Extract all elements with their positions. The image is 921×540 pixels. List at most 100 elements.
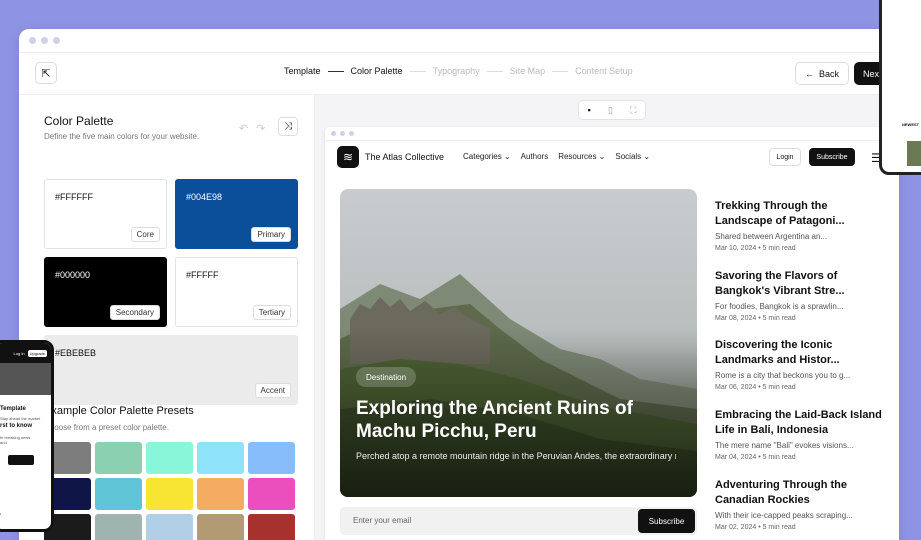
site-preview: ≋ The Atlas Collective Categories ⌄ Autho… [325, 127, 899, 540]
preset-color[interactable] [95, 442, 142, 474]
swatch-hex[interactable]: #FFFFF [186, 270, 219, 280]
article-title[interactable]: Embracing the Laid-Back Island Life in B… [715, 408, 885, 438]
site-brand: The Atlas Collective [365, 152, 445, 162]
wizard-step[interactable]: Template [284, 66, 321, 76]
email-signup: Enter your email Subscribe [340, 507, 697, 535]
article-excerpt: The mere name "Bali" evokes visions... [715, 441, 854, 450]
phone-title: Template [0, 406, 26, 412]
article-item[interactable]: Trekking Through the Landscape of Patago… [715, 199, 885, 252]
tablet-label: NEWEST [902, 122, 920, 127]
wizard-topbar: ⇱ Template Color Palette Typography Site Ma… [19, 53, 899, 95]
article-excerpt: Rome is a city that beckons you to g... [715, 371, 851, 380]
article-title[interactable]: Trekking Through the Landscape of Patago… [715, 199, 885, 229]
shuffle-button[interactable]: ⤨ [278, 117, 298, 136]
editor-window: ⇱ Template Color Palette Typography Site Ma… [19, 29, 899, 540]
site-navbar: ≋ The Atlas Collective Categories ⌄ Autho… [325, 141, 899, 175]
swatch-hex[interactable]: #EBEBEB [55, 348, 96, 358]
desktop-icon[interactable]: ▪ [588, 105, 591, 115]
redo-icon[interactable]: ↷ [256, 122, 265, 135]
presets-description: Choose from a preset color palette. [44, 423, 169, 432]
site-menu: Categories ⌄ Authors Resources ⌄ Socials ⌄ [463, 152, 650, 161]
preview-dot [349, 131, 354, 136]
preset-color[interactable] [248, 514, 295, 540]
article-item[interactable]: Embracing the Laid-Back Island Life in B… [715, 408, 885, 461]
window-titlebar [19, 29, 899, 53]
palette-panel: Color Palette Define the five main color… [19, 95, 315, 540]
window-dot [41, 37, 48, 44]
phone-button [8, 455, 34, 465]
article-item[interactable]: Adventuring Through the Canadian Rockies… [715, 478, 885, 531]
color-swatch[interactable]: #004E98 Primary [175, 179, 298, 249]
color-swatch[interactable]: #EBEBEB Accent [44, 335, 298, 405]
preset-color[interactable] [197, 442, 244, 474]
swatch-role-badge: Primary [251, 227, 291, 242]
window-dot [53, 37, 60, 44]
site-menu-item[interactable]: Resources ⌄ [558, 152, 605, 161]
wizard-step[interactable]: Typography [433, 66, 480, 76]
swatch-hex[interactable]: #004E98 [186, 192, 222, 202]
article-excerpt: Shared between Argentina an... [715, 232, 828, 241]
exit-button[interactable]: ⇱ [35, 62, 57, 84]
preset-color[interactable] [95, 514, 142, 540]
hero-title[interactable]: Exploring the Ancient Ruins of Machu Pic… [356, 397, 676, 443]
site-menu-item[interactable]: Categories ⌄ [463, 152, 511, 161]
palette-title: Color Palette [44, 114, 114, 128]
arrow-up-left-icon: ⇱ [41, 67, 51, 80]
article-excerpt: For foodies, Bangkok is a sprawlin... [715, 302, 844, 311]
article-meta: Mar 02, 2024 • 5 min read [715, 524, 796, 531]
preview-area: ▪ ▯ ⛶ ≋ The Atlas Collective Categories … [315, 95, 899, 540]
article-title[interactable]: Adventuring Through the Canadian Rockies [715, 478, 885, 508]
preset-color[interactable] [197, 514, 244, 540]
phone-footer: s [0, 511, 1, 516]
color-swatch[interactable]: #FFFFFF Core [44, 179, 167, 249]
arrow-left-icon: ← [804, 68, 814, 79]
back-button-label: Back [818, 68, 839, 79]
preset-grid [44, 442, 295, 540]
preset-color[interactable] [95, 478, 142, 510]
expand-icon[interactable]: ⛶ [630, 105, 636, 116]
swatch-role-badge: Core [130, 227, 160, 242]
hero-excerpt: Perched atop a remote mountain ridge in … [356, 451, 676, 461]
color-swatch[interactable]: #000000 Secondary [44, 257, 167, 327]
preset-color[interactable] [146, 478, 193, 510]
preset-color[interactable] [146, 514, 193, 540]
phone-banner [0, 363, 51, 395]
back-button[interactable]: ← Back [795, 62, 849, 85]
swatch-role-badge: Accent [254, 383, 291, 398]
color-swatch[interactable]: #FFFFF Tertiary [175, 257, 298, 327]
swatch-hex[interactable]: #000000 [55, 270, 90, 280]
preview-dot [340, 131, 345, 136]
hero-card[interactable]: Destination Exploring the Ancient Ruins … [340, 189, 697, 497]
step-connector [552, 70, 569, 72]
wizard-step[interactable]: Content Setup [575, 66, 633, 76]
undo-icon[interactable]: ↶ [239, 122, 248, 135]
article-title[interactable]: Savoring the Flavors of Bangkok's Vibran… [715, 269, 885, 299]
mobile-icon[interactable]: ▯ [608, 105, 613, 116]
nav-subscribe-button[interactable]: Subscribe [809, 148, 855, 166]
hero-category-tag[interactable]: Destination [356, 367, 417, 387]
email-input[interactable]: Enter your email [353, 516, 411, 525]
preset-color[interactable] [248, 478, 295, 510]
preset-color[interactable] [197, 478, 244, 510]
preview-titlebar [325, 127, 899, 141]
site-menu-item[interactable]: Authors [521, 152, 549, 161]
phone-subtitle: Stay ahead the market [0, 416, 41, 421]
preset-color[interactable] [248, 442, 295, 474]
site-menu-item[interactable]: Socials ⌄ [615, 152, 650, 161]
article-item[interactable]: Savoring the Flavors of Bangkok's Vibran… [715, 269, 885, 322]
article-meta: Mar 08, 2024 • 5 min read [715, 315, 796, 322]
wizard-step[interactable]: Color Palette [351, 66, 403, 76]
phone-preview: Log In Upgrade Template Stay ahead the m… [0, 340, 54, 532]
phone-login: Log In [13, 350, 25, 356]
swatch-hex[interactable]: #FFFFFF [55, 192, 93, 202]
step-connector [486, 70, 503, 72]
preset-color[interactable] [146, 442, 193, 474]
email-subscribe-button[interactable]: Subscribe [638, 509, 695, 533]
logo-icon: ≋ [337, 146, 359, 168]
article-item[interactable]: Discovering the Iconic Landmarks and His… [715, 338, 885, 391]
article-title[interactable]: Discovering the Iconic Landmarks and His… [715, 338, 885, 368]
wizard-steps: Template Color Palette Typography Site Map C… [284, 66, 633, 76]
wizard-step[interactable]: Site Map [510, 66, 546, 76]
palette-description: Define the five main colors for your web… [44, 132, 200, 141]
login-button[interactable]: Login [769, 148, 801, 166]
